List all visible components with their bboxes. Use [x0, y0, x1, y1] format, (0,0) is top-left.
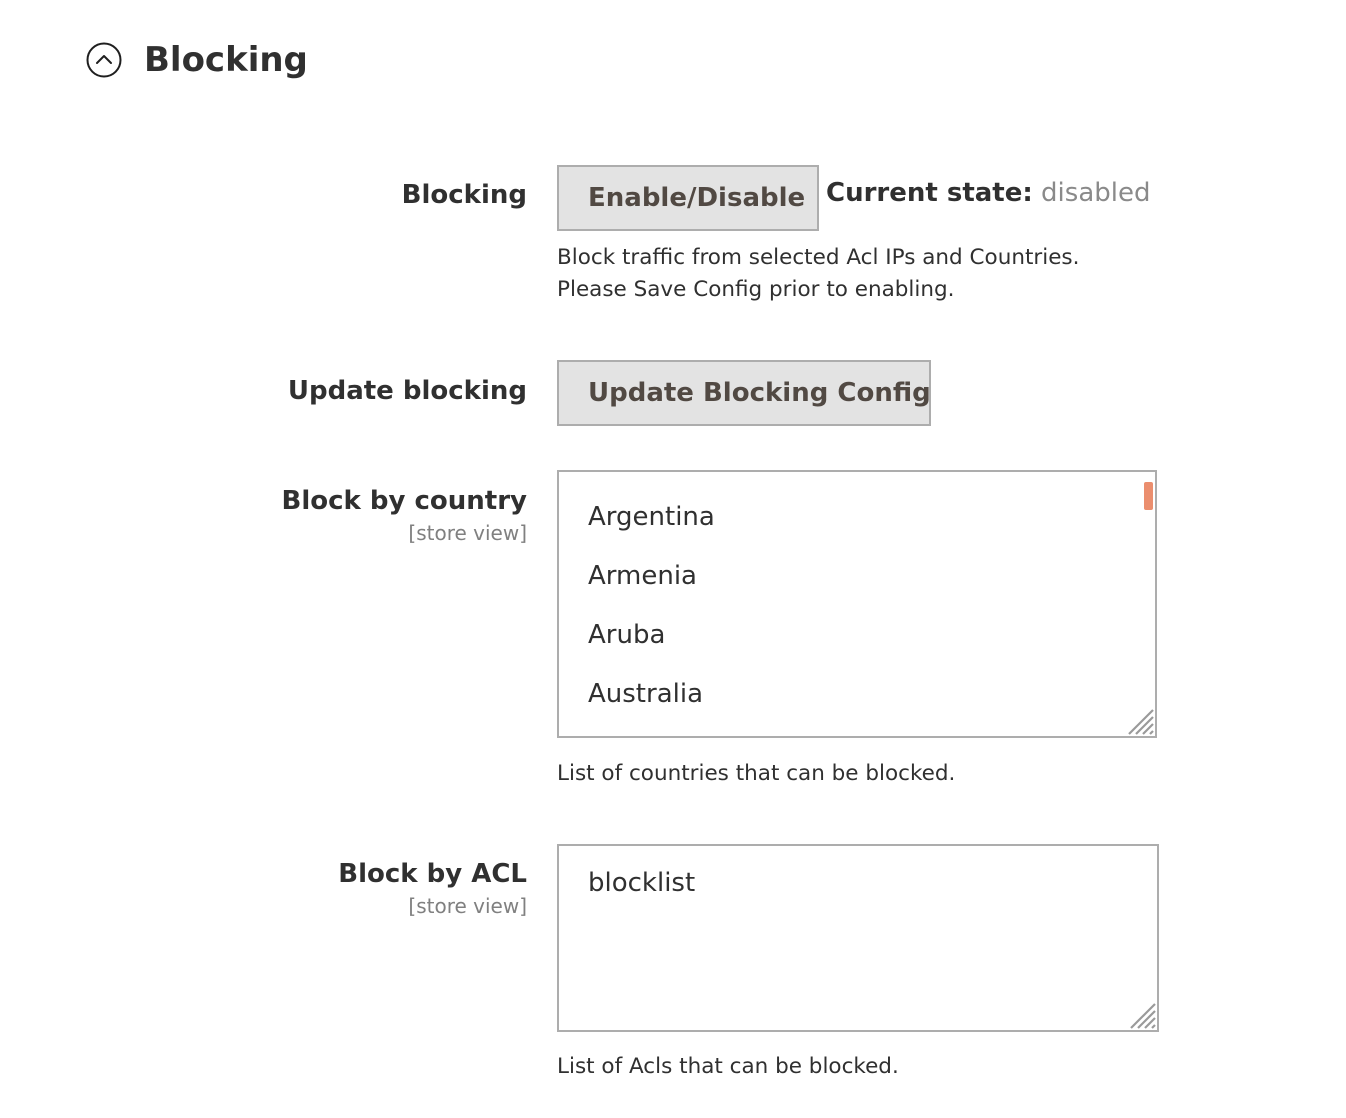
- resize-grip-icon[interactable]: [1127, 1000, 1157, 1030]
- update-blocking-label: Update blocking: [287, 376, 527, 406]
- block-by-country-label: Block by country: [281, 486, 527, 516]
- block-by-acl-note: List of Acls that can be blocked.: [557, 1054, 899, 1079]
- country-multiselect[interactable]: Argentina Armenia Aruba Australia: [557, 470, 1157, 738]
- country-option[interactable]: Australia: [588, 665, 715, 724]
- block-by-acl-scope: [store view]: [408, 894, 527, 918]
- country-option-list: Argentina Armenia Aruba Australia: [588, 472, 715, 724]
- current-state: Current state: disabled: [826, 178, 1150, 208]
- chevron-up-circle-icon[interactable]: [86, 42, 122, 78]
- country-scrollbar-thumb[interactable]: [1144, 482, 1153, 510]
- current-state-label: Current state:: [826, 178, 1033, 208]
- country-option[interactable]: Argentina: [588, 488, 715, 547]
- country-option-partial: [588, 472, 715, 488]
- current-state-value: disabled: [1041, 178, 1151, 208]
- config-page: Blocking Blocking Enable/Disable Current…: [0, 0, 1346, 1118]
- block-by-country-note: List of countries that can be blocked.: [557, 761, 956, 786]
- acl-textarea[interactable]: blocklist: [557, 844, 1159, 1032]
- section-title: Blocking: [144, 40, 308, 80]
- resize-grip-icon[interactable]: [1125, 706, 1155, 736]
- block-by-country-scope: [store view]: [408, 521, 527, 545]
- block-by-acl-label: Block by ACL: [338, 859, 527, 889]
- country-option[interactable]: Armenia: [588, 547, 715, 606]
- country-option[interactable]: Aruba: [588, 606, 715, 665]
- blocking-note-line1: Block traffic from selected Acl IPs and …: [557, 245, 1080, 270]
- blocking-label: Blocking: [401, 180, 527, 210]
- enable-disable-button[interactable]: Enable/Disable: [557, 165, 819, 231]
- section-header-blocking[interactable]: Blocking: [86, 40, 308, 80]
- acl-textarea-value[interactable]: blocklist: [588, 868, 695, 898]
- update-blocking-config-button[interactable]: Update Blocking Config: [557, 360, 931, 426]
- blocking-note-line2: Please Save Config prior to enabling.: [557, 277, 955, 302]
